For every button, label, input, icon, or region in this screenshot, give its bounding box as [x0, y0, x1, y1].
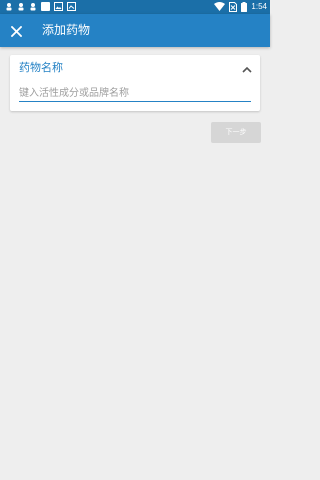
drug-name-input[interactable]	[19, 85, 251, 102]
status-time: 1:54	[251, 2, 267, 11]
close-button[interactable]	[6, 21, 26, 41]
next-button[interactable]: 下一步	[211, 122, 261, 143]
page-title: 添加药物	[42, 23, 91, 37]
collapse-button[interactable]	[240, 61, 254, 73]
close-icon	[10, 22, 22, 41]
drug-name-label: 药物名称	[19, 61, 63, 74]
status-notification-icons	[5, 2, 76, 11]
notification-icon	[29, 2, 37, 11]
app-icon	[41, 2, 50, 11]
app-bar: 添加药物	[0, 14, 270, 47]
image-icon	[54, 2, 63, 11]
wifi-icon	[214, 2, 226, 11]
battery-icon	[241, 2, 248, 12]
status-system-icons: 1:54	[214, 1, 267, 12]
drug-name-card: 药物名称	[10, 55, 260, 111]
image-icon	[67, 2, 76, 11]
status-bar: 1:54	[0, 0, 270, 14]
notification-icon	[17, 2, 25, 11]
add-medication-screen: 1:54 添加药物 药物名称 下一步	[0, 0, 270, 480]
no-sim-icon	[229, 2, 238, 12]
notification-icon	[5, 2, 13, 11]
chevron-up-icon	[242, 58, 252, 77]
